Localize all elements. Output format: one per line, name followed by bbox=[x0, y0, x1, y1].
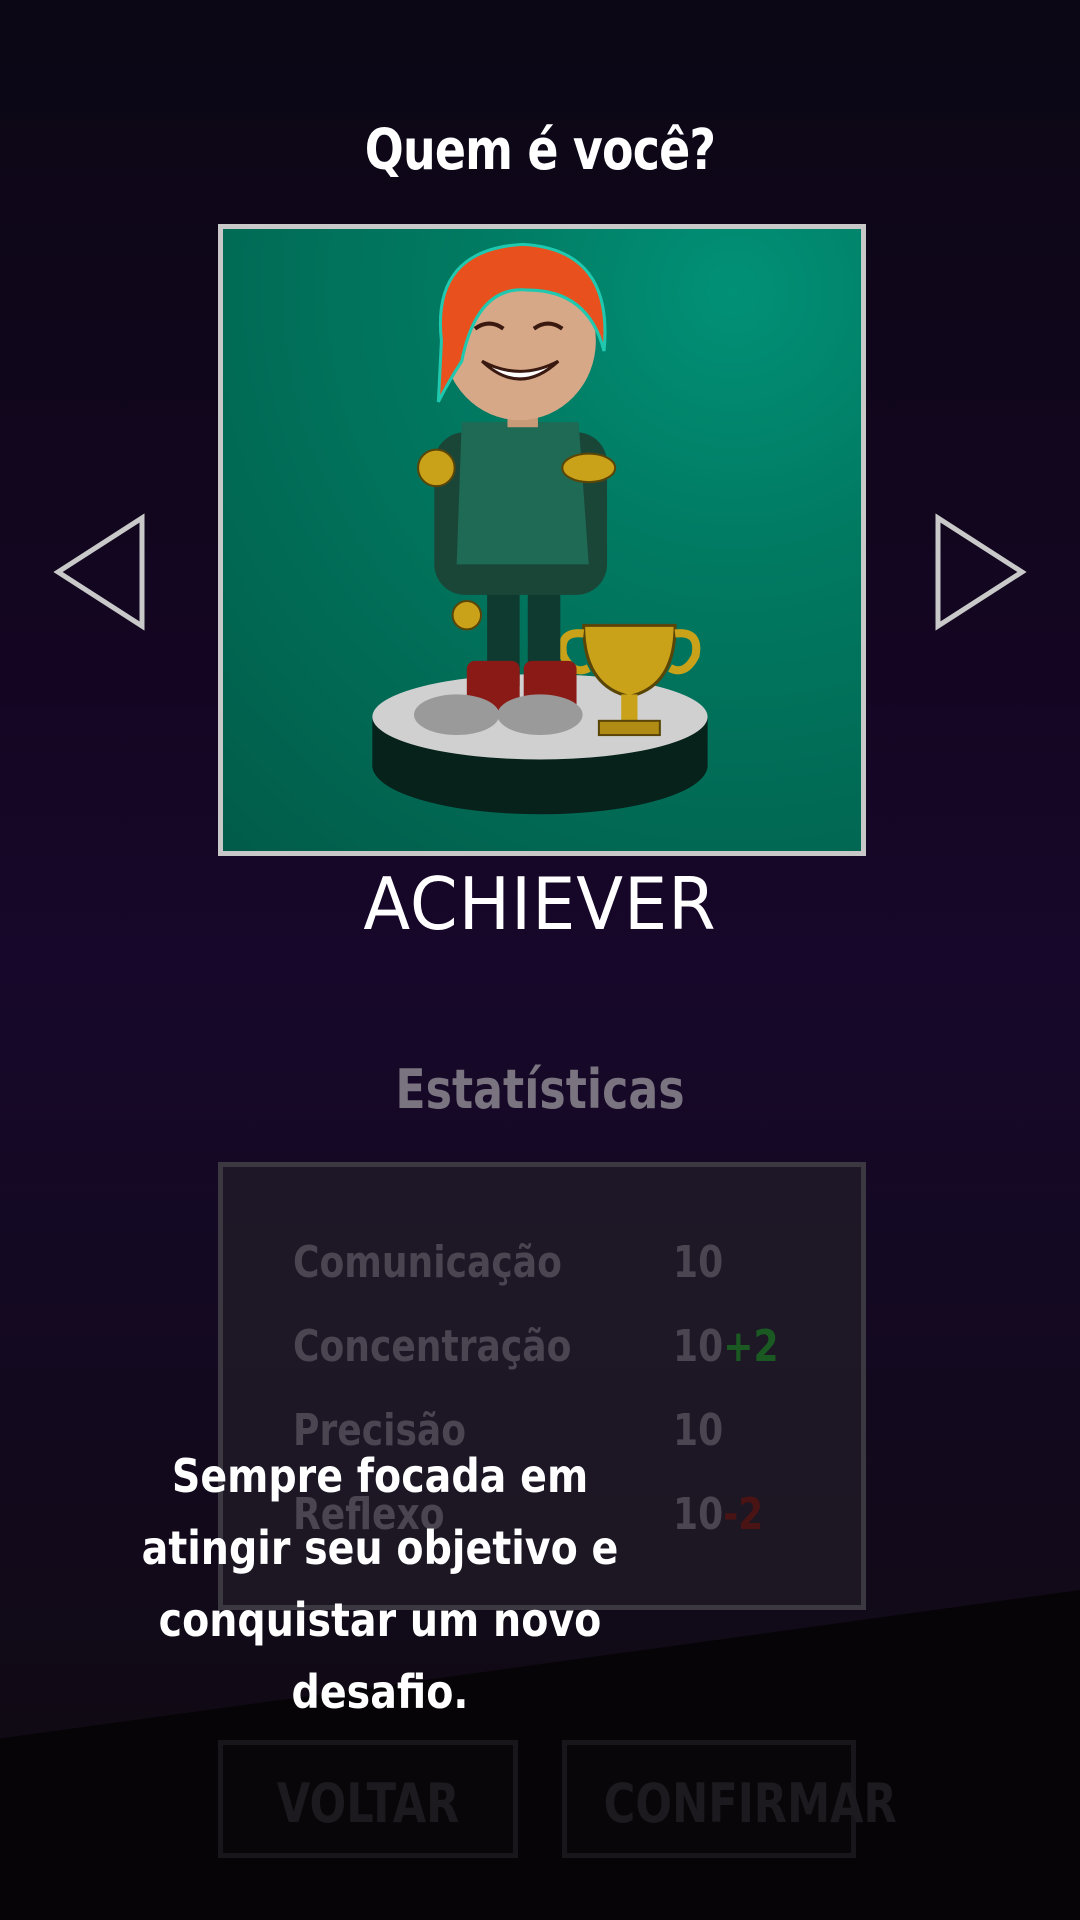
confirm-button[interactable]: CONFIRMAR bbox=[562, 1740, 897, 1858]
page-title: Quem é você? bbox=[364, 118, 716, 183]
character-name: ACHIEVER bbox=[363, 862, 717, 946]
stats-title: Estatísticas bbox=[395, 1058, 685, 1121]
stat-name: Concentração bbox=[293, 1321, 572, 1372]
stat-value: 10+2 bbox=[673, 1321, 779, 1372]
stat-modifier-positive: +2 bbox=[723, 1321, 779, 1372]
stat-row-comunicacao: Comunicação 10 bbox=[293, 1237, 813, 1297]
triangle-left-icon bbox=[53, 513, 145, 631]
stat-row-concentracao: Concentração 10+2 bbox=[293, 1321, 813, 1381]
character-description: Sempre focada em atingir seu objetivo e … bbox=[141, 1449, 619, 1719]
next-character-button[interactable] bbox=[928, 512, 1028, 632]
triangle-right-icon bbox=[935, 513, 1027, 631]
stat-modifier-negative: -2 bbox=[723, 1489, 764, 1540]
stat-value: 10 bbox=[673, 1237, 724, 1288]
stat-name: Comunicação bbox=[293, 1237, 562, 1288]
stat-value: 10-2 bbox=[673, 1489, 764, 1540]
character-illustration bbox=[372, 242, 708, 815]
back-button[interactable]: VOLTAR bbox=[218, 1740, 518, 1858]
stat-value: 10 bbox=[673, 1405, 724, 1456]
character-portrait bbox=[218, 224, 866, 856]
previous-character-button[interactable] bbox=[52, 512, 152, 632]
